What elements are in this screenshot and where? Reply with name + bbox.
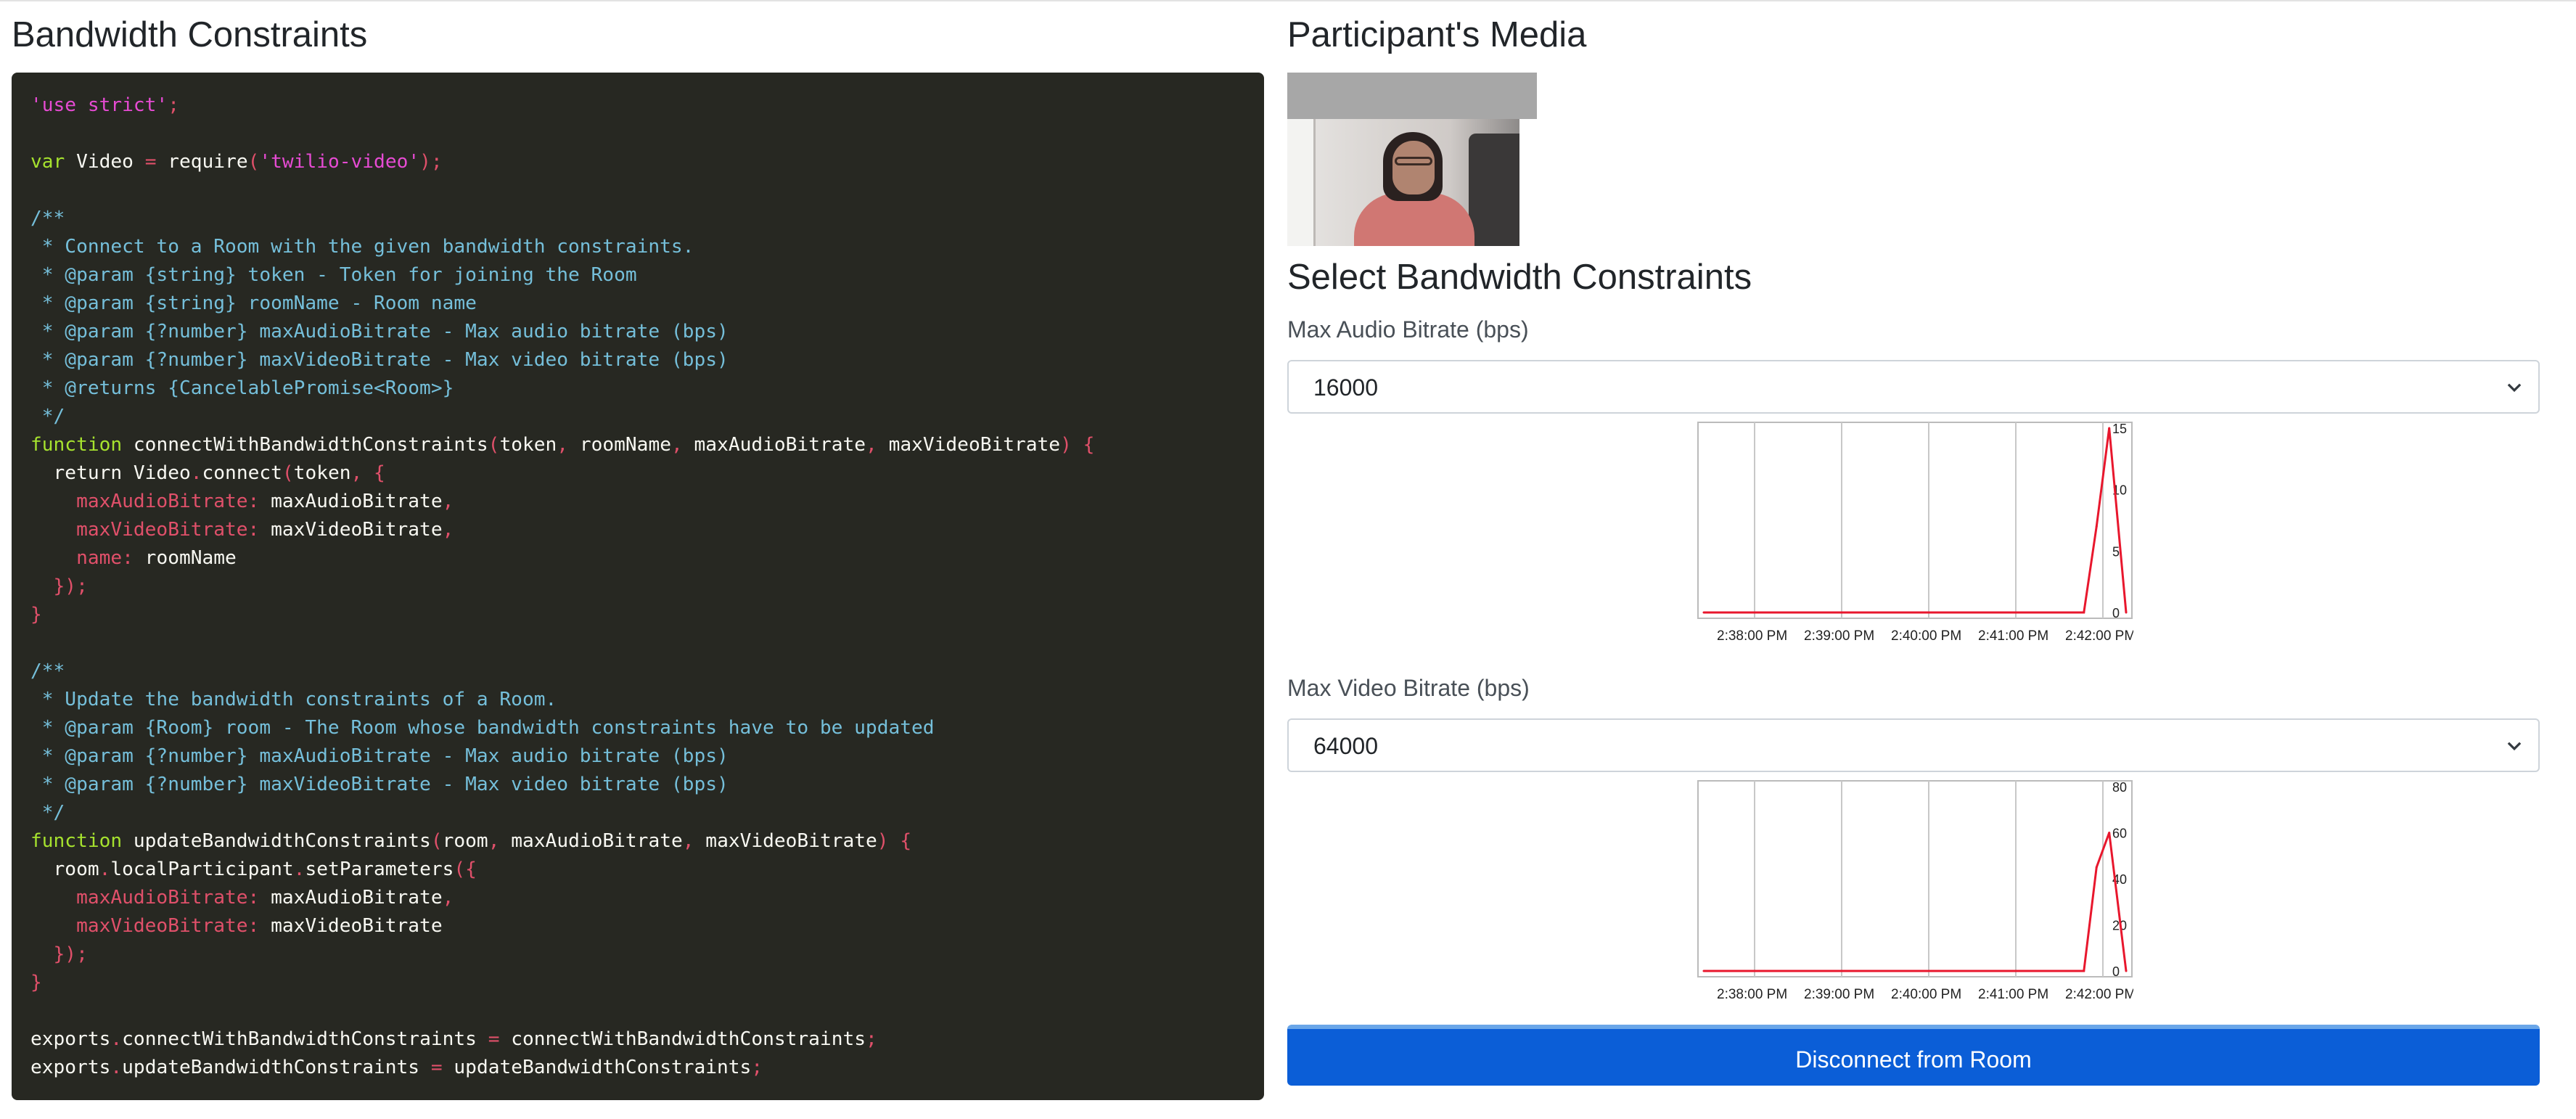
- code-line: room.localParticipant.setParameters({: [30, 858, 477, 880]
- page-title: Bandwidth Constraints: [12, 15, 368, 54]
- video-bitrate-value: 64000: [1313, 733, 1378, 759]
- code-line: name: roomName: [30, 547, 237, 569]
- code-text: 'use strict'; var Video = require('twili…: [30, 91, 1245, 1082]
- data-point: [2095, 525, 2098, 528]
- x-tick-label: 2:39:00 PM: [1804, 987, 1874, 1002]
- y-tick-label: 80: [2112, 780, 2127, 795]
- video-bitrate-select[interactable]: 64000: [1287, 718, 2540, 772]
- participant-video: [1287, 119, 1519, 246]
- code-line: * @param {?number} maxVideoBitrate - Max…: [30, 774, 729, 795]
- code-line: function connectWithBandwidthConstraints…: [30, 434, 1095, 456]
- data-point: [2125, 970, 2128, 972]
- code-line: * @returns {CancelablePromise<Room>}: [30, 377, 454, 399]
- audio-bitrate-select[interactable]: 16000: [1287, 360, 2540, 414]
- code-line: function updateBandwidthConstraints(room…: [30, 830, 912, 852]
- x-tick-label: 2:40:00 PM: [1891, 987, 1961, 1002]
- participant-media: [1287, 73, 1537, 246]
- code-line: */: [30, 802, 65, 824]
- x-tick-label: 2:40:00 PM: [1891, 628, 1961, 644]
- code-line: * @param {?number} maxVideoBitrate - Max…: [30, 349, 729, 371]
- code-line: * Connect to a Room with the given bandw…: [30, 236, 694, 258]
- y-tick-label: 60: [2112, 827, 2127, 841]
- chevron-down-icon: [2507, 383, 2522, 393]
- audio-bitrate-graph: 2:38:00 PM 2:39:00 PM 2:40:00 PM 2:41:00 PM…: [1697, 422, 2133, 644]
- audio-bitrate-value: 16000: [1313, 374, 1378, 401]
- code-line: }: [30, 972, 42, 993]
- code-line: var Video = require('twilio-video');: [30, 151, 443, 173]
- y-tick-label: 0: [2112, 964, 2120, 979]
- code-line: maxVideoBitrate: maxVideoBitrate: [30, 915, 443, 937]
- code-line: maxAudioBitrate: maxAudioBitrate,: [30, 491, 454, 512]
- code-line: * @param {?number} maxAudioBitrate - Max…: [30, 321, 729, 343]
- code-line: * Update the bandwidth constraints of a …: [30, 689, 557, 710]
- chevron-down-icon: [2507, 742, 2522, 751]
- x-tick-label: 2:38:00 PM: [1717, 628, 1787, 644]
- code-line: });: [30, 943, 88, 965]
- code-block: 'use strict'; var Video = require('twili…: [12, 73, 1264, 1100]
- x-tick-label: 2:41:00 PM: [1978, 628, 2048, 644]
- code-line: * @param {string} token - Token for join…: [30, 264, 637, 286]
- data-point: [2083, 611, 2085, 614]
- data-point: [2108, 427, 2111, 430]
- code-line: maxAudioBitrate: maxAudioBitrate,: [30, 887, 454, 909]
- data-point: [1702, 970, 1705, 972]
- video-bitrate-label: Max Video Bitrate (bps): [1287, 675, 1530, 701]
- code-line: });: [30, 575, 88, 597]
- data-point: [2083, 970, 2085, 972]
- y-tick-label: 0: [2112, 606, 2120, 620]
- plot-area: [1697, 422, 2133, 619]
- video-header-bar: [1287, 73, 1537, 119]
- code-line: 'use strict';: [30, 94, 179, 116]
- plot-area: [1697, 780, 2133, 977]
- code-line: exports.updateBandwidthConstraints = upd…: [30, 1057, 763, 1078]
- media-title: Participant's Media: [1287, 15, 1587, 54]
- data-point: [1702, 611, 1705, 614]
- x-tick-label: 2:42:00 PM: [2065, 628, 2133, 644]
- video-bitrate-graph: 2:38:00 PM 2:39:00 PM 2:40:00 PM 2:41:00 PM…: [1697, 780, 2133, 1002]
- disconnect-button[interactable]: Disconnect from Room: [1287, 1025, 2540, 1086]
- x-tick-label: 2:38:00 PM: [1717, 987, 1787, 1002]
- code-line: maxVideoBitrate: maxVideoBitrate,: [30, 519, 454, 541]
- top-divider: [0, 0, 2576, 1]
- x-tick-label: 2:39:00 PM: [1804, 628, 1874, 644]
- code-line: exports.connectWithBandwidthConstraints …: [30, 1028, 877, 1050]
- code-line: }: [30, 604, 42, 626]
- data-point: [2095, 866, 2098, 869]
- x-tick-label: 2:41:00 PM: [1978, 987, 2048, 1002]
- code-line: return Video.connect(token, {: [30, 462, 385, 484]
- code-line: * @param {string} roomName - Room name: [30, 292, 477, 314]
- code-line: /**: [30, 660, 65, 682]
- audio-bitrate-label: Max Audio Bitrate (bps): [1287, 316, 1529, 343]
- x-tick-label: 2:42:00 PM: [2065, 987, 2133, 1002]
- data-point: [2125, 611, 2128, 614]
- code-line: * @param {Room} room - The Room whose ba…: [30, 717, 935, 739]
- data-point: [2108, 832, 2111, 834]
- y-tick-label: 15: [2112, 422, 2127, 436]
- code-line: /**: [30, 208, 65, 229]
- code-line: */: [30, 406, 65, 427]
- constraints-title: Select Bandwidth Constraints: [1287, 258, 1752, 297]
- code-line: * @param {?number} maxAudioBitrate - Max…: [30, 745, 729, 767]
- y-tick-label: 5: [2112, 544, 2120, 559]
